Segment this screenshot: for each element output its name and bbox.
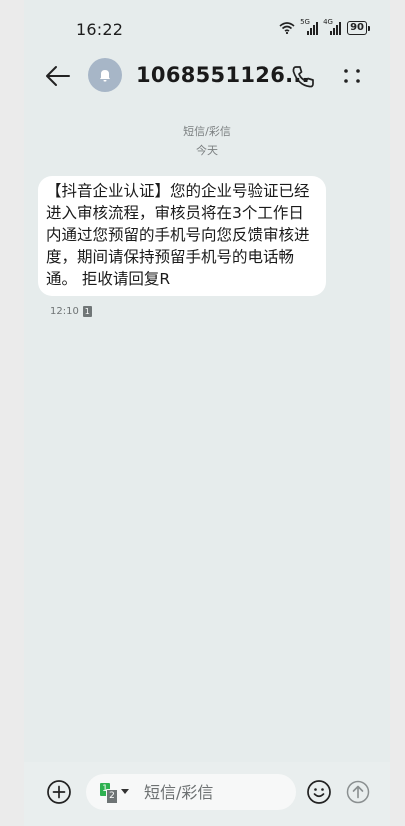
signal-4g-icon: 4G xyxy=(323,18,342,35)
message-input-container: 1 2 xyxy=(86,774,296,810)
sim2-icon: 2 xyxy=(106,789,118,804)
message-timestamp: 12:10 1 xyxy=(50,306,92,317)
status-icons: 5G 4G 90 xyxy=(279,18,370,36)
date-label: 今天 xyxy=(196,144,218,157)
messaging-screen: 16:22 5G 4G 90 1068551126... 短信/彩信 今天 【抖… xyxy=(24,0,390,826)
emoji-icon[interactable] xyxy=(306,779,332,805)
conversation-meta: 短信/彩信 今天 xyxy=(24,122,390,160)
avatar[interactable] xyxy=(88,58,122,92)
chevron-down-icon xyxy=(121,789,129,794)
phone-icon[interactable] xyxy=(290,64,316,90)
back-arrow-icon[interactable] xyxy=(44,64,72,88)
battery-icon: 90 xyxy=(347,21,370,35)
bell-icon xyxy=(100,70,110,82)
contact-title[interactable]: 1068551126... xyxy=(136,63,310,87)
wifi-icon xyxy=(279,22,295,34)
composer-bar: 1 2 xyxy=(24,762,390,826)
signal-4g-label: 4G xyxy=(323,18,333,26)
signal-5g-icon: 5G xyxy=(300,18,319,35)
status-bar: 16:22 5G 4G 90 xyxy=(24,0,390,56)
channel-label: 短信/彩信 xyxy=(183,125,231,138)
signal-5g-label: 5G xyxy=(300,18,310,26)
message-time: 12:10 xyxy=(50,306,79,317)
message-bubble[interactable]: 【抖音企业认证】您的企业号验证已经进入审核流程，审核员将在3个工作日内通过您预留… xyxy=(38,176,326,296)
conversation-header: 1068551126... xyxy=(24,56,390,96)
battery-level: 90 xyxy=(347,21,367,35)
status-time: 16:22 xyxy=(76,20,124,39)
more-dots-icon[interactable] xyxy=(342,66,362,86)
sim-card-icon: 1 xyxy=(82,306,92,317)
send-arrow-icon[interactable] xyxy=(346,780,370,804)
add-icon[interactable] xyxy=(46,779,72,805)
message-input[interactable] xyxy=(144,774,284,810)
sim-selector[interactable]: 1 2 xyxy=(100,783,140,804)
